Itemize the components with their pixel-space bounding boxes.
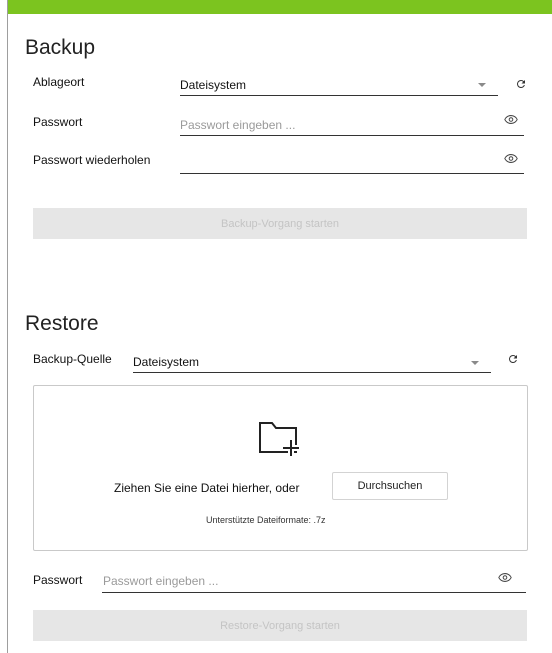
file-dropzone[interactable] [33, 385, 528, 551]
restore-start-button[interactable]: Restore-Vorgang starten [33, 610, 527, 641]
backup-password-input[interactable]: Passwort eingeben ... [180, 110, 524, 136]
folder-add-icon [258, 417, 302, 457]
backup-password-placeholder: Passwort eingeben ... [180, 118, 296, 132]
backup-source-label: Backup-Quelle [33, 352, 112, 366]
backup-source-select-value: Dateisystem [133, 355, 200, 369]
backup-password-label: Passwort [33, 115, 83, 129]
backup-source-underline [133, 372, 491, 373]
ablageort-select[interactable]: Dateisystem [180, 70, 498, 96]
ablageort-label: Ablageort [33, 75, 85, 89]
restore-password-input[interactable]: Passwort eingeben ... [102, 567, 526, 593]
refresh-icon[interactable] [504, 350, 522, 368]
browse-button[interactable]: Durchsuchen [332, 472, 448, 500]
chevron-down-icon [471, 361, 479, 365]
backup-source-select[interactable]: Dateisystem [133, 347, 491, 373]
eye-icon[interactable] [502, 149, 520, 167]
restore-password-label: Passwort [33, 573, 83, 587]
restore-section-title: Restore [25, 312, 99, 335]
window-left-border [7, 0, 8, 653]
dropzone-instruction: Ziehen Sie eine Datei hierher, oder [114, 481, 300, 495]
backup-start-button[interactable]: Backup-Vorgang starten [33, 208, 527, 239]
ablageort-underline [180, 95, 498, 96]
backup-password-underline [180, 135, 524, 136]
accent-header-bar [8, 0, 552, 14]
refresh-icon[interactable] [512, 75, 530, 93]
supported-formats-text: Unterstützte Dateiformate: .7z [206, 515, 326, 525]
password-repeat-underline [180, 173, 524, 174]
backup-section-title: Backup [25, 36, 96, 59]
eye-icon[interactable] [502, 110, 520, 128]
restore-password-underline [102, 592, 526, 593]
chevron-down-icon [478, 83, 486, 87]
restore-password-placeholder: Passwort eingeben ... [103, 574, 219, 588]
password-repeat-input[interactable] [180, 148, 524, 174]
eye-icon[interactable] [496, 568, 514, 586]
password-repeat-label: Passwort wiederholen [33, 153, 151, 167]
ablageort-select-value: Dateisystem [180, 78, 247, 92]
